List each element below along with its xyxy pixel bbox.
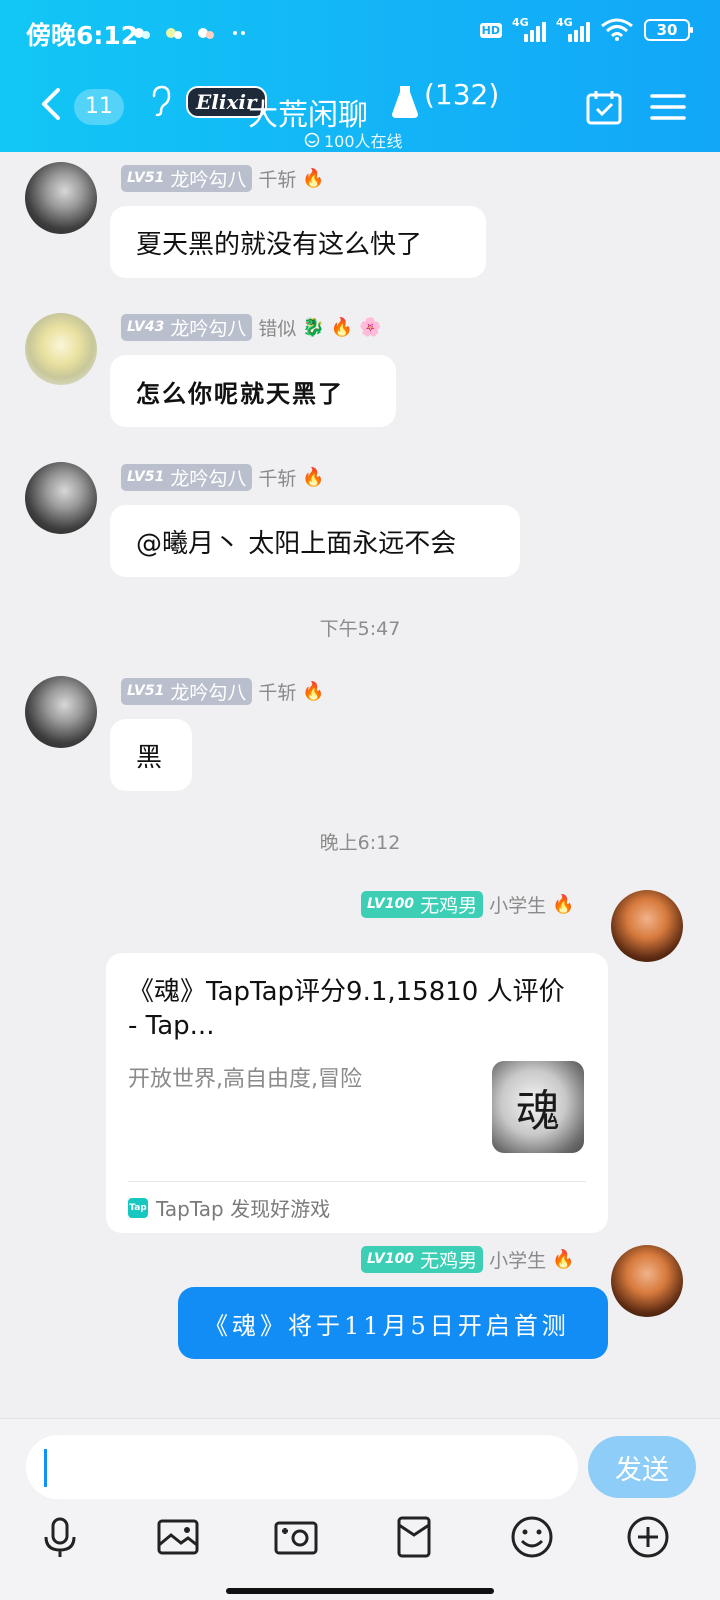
message-bubble[interactable]: @曦月丶 太阳上面永远不会 [110, 505, 520, 577]
notification-icon [166, 28, 182, 39]
unread-count-badge[interactable]: 11 [74, 89, 124, 125]
online-count: 100人在线 [324, 132, 403, 151]
message-bubble[interactable]: 夏天黑的就没有这么快了 [110, 206, 486, 278]
avatar[interactable] [611, 890, 683, 962]
time-separator: 下午5:47 [319, 618, 401, 640]
notification-icon [198, 28, 214, 39]
avatar[interactable] [25, 313, 97, 385]
nav-bar: 11 Elixir 大荒闲聊 (132) 100人在线 [0, 64, 720, 152]
message-meta: LV51 龙吟勾八 千斩 🔥 [121, 677, 325, 705]
share-card[interactable]: 《魂》TapTap评分9.1,15810 人评价 - Tap... 开放世界,高… [106, 953, 608, 1233]
camera-icon[interactable] [272, 1513, 320, 1561]
flower-icon: 🌸 [359, 316, 382, 338]
image-icon[interactable] [154, 1513, 202, 1561]
chat-header: 傍晚6:12 HD 4G 4G 30 11 Elixir 大荒闲聊 (132) … [0, 0, 720, 152]
smile-icon [304, 132, 320, 148]
hd-badge: HD [479, 22, 502, 38]
divider [128, 1181, 586, 1182]
message-meta: LV51 龙吟勾八 千斩 🔥 [121, 164, 325, 192]
status-indicators: HD 4G 4G 30 [479, 16, 693, 42]
fire-icon: 🔥 [302, 167, 325, 189]
share-card-description: 开放世界,高自由度,冒险 [128, 1067, 362, 1092]
taptap-icon: Tap [128, 1197, 148, 1218]
fire-icon: 🔥 [552, 1248, 575, 1270]
battery-icon: 30 [644, 19, 693, 41]
online-status: 100人在线 [304, 128, 403, 152]
member-title: 错似 [258, 317, 297, 340]
message-bubble[interactable]: 黑 [110, 719, 192, 791]
avatar[interactable] [25, 676, 97, 748]
menu-icon[interactable] [650, 92, 686, 122]
member-title: 千斩 [258, 467, 297, 490]
back-icon[interactable] [36, 84, 66, 124]
avatar[interactable] [25, 162, 97, 234]
game-thumbnail: 魂 [492, 1061, 584, 1153]
fire-icon: 🔥 [302, 466, 325, 488]
member-title: 小学生 [489, 894, 547, 917]
wifi-icon [601, 18, 633, 41]
message-meta: LV100 无鸡男 小学生 🔥 [361, 1245, 575, 1273]
level-badge: LV43 龙吟勾八 [121, 313, 253, 341]
message-bubble[interactable]: 怎么你呢就天黑了 [110, 355, 396, 427]
group-tag-icon [392, 86, 418, 118]
avatar[interactable] [611, 1245, 683, 1317]
member-title: 小学生 [489, 1249, 547, 1272]
time-separator: 晚上6:12 [319, 832, 401, 854]
level-badge: LV100 无鸡男 [361, 890, 484, 918]
text-caret [44, 1449, 47, 1487]
signal-icon: 4G [556, 16, 590, 42]
message-meta: LV100 无鸡男 小学生 🔥 [361, 890, 575, 918]
level-badge: LV100 无鸡男 [361, 1245, 484, 1273]
plus-icon[interactable] [624, 1513, 672, 1561]
member-title: 千斩 [258, 168, 297, 191]
status-bar: 傍晚6:12 HD 4G 4G 30 [0, 0, 720, 64]
message-meta: LV51 龙吟勾八 千斩 🔥 [121, 463, 325, 491]
microphone-icon[interactable] [36, 1513, 84, 1561]
message-bubble[interactable]: 《魂》将于11月5日开启首测 [178, 1287, 608, 1359]
fire-icon: 🔥 [302, 680, 325, 702]
message-input[interactable] [26, 1435, 578, 1499]
level-badge: LV51 龙吟勾八 [121, 463, 253, 491]
ear-icon[interactable] [148, 84, 172, 118]
level-badge: LV51 龙吟勾八 [121, 164, 253, 192]
signal-icon: 4G [512, 16, 546, 42]
calendar-check-icon[interactable] [585, 88, 623, 126]
more-notifications-icon [233, 31, 245, 35]
message-meta: LV43 龙吟勾八 错似 🐉 🔥 🌸 [121, 313, 382, 341]
notification-icon [134, 28, 150, 39]
emoji-icon[interactable] [508, 1513, 556, 1561]
share-card-title: 《魂》TapTap评分9.1,15810 人评价 - Tap... [128, 977, 565, 1041]
member-count[interactable]: (132) [424, 78, 499, 111]
share-card-source: Tap TapTap 发现好游戏 [128, 1193, 330, 1222]
source-label: TapTap 发现好游戏 [156, 1197, 331, 1221]
status-time: 傍晚6:12 [26, 21, 139, 50]
member-title: 千斩 [258, 681, 297, 704]
dragon-icon: 🐉 [302, 316, 325, 338]
input-toolbar [0, 1513, 720, 1567]
input-bar: 发送 [0, 1418, 720, 1600]
level-badge: LV51 龙吟勾八 [121, 677, 253, 705]
fire-icon: 🔥 [330, 316, 354, 338]
fire-icon: 🔥 [552, 893, 575, 915]
home-indicator[interactable] [226, 1588, 494, 1594]
send-button[interactable]: 发送 [588, 1436, 696, 1498]
red-packet-icon[interactable] [390, 1513, 438, 1561]
avatar[interactable] [25, 462, 97, 534]
